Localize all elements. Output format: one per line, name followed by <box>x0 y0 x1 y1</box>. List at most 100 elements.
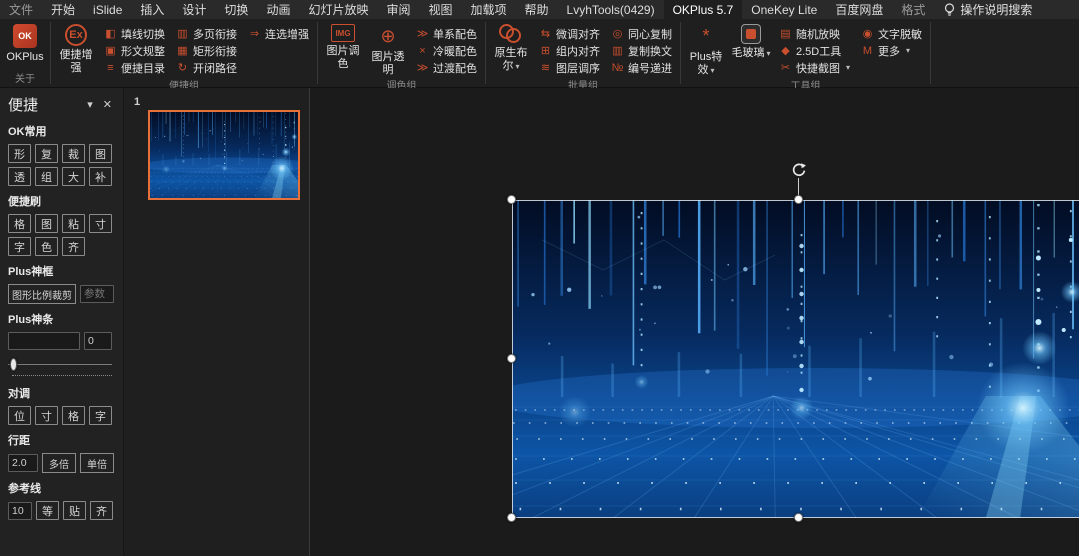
tab-islide[interactable]: iSlide <box>84 0 131 19</box>
numbering-icon: № <box>611 61 624 74</box>
ribbon-group-about: OK OKPlus 关于 <box>0 19 50 87</box>
ok-common-button[interactable]: 复 <box>35 144 58 163</box>
ok-common-button[interactable]: 补 <box>89 167 112 186</box>
group-separator <box>930 22 932 84</box>
resize-handle-bottom-left[interactable] <box>507 513 516 522</box>
tab-file[interactable]: 文件 <box>0 0 42 19</box>
pane-dropdown-icon[interactable]: ▾ <box>82 98 98 111</box>
swap-button[interactable]: 寸 <box>35 406 58 425</box>
tab-animations[interactable]: 动画 <box>257 0 299 19</box>
tab-insert[interactable]: 插入 <box>131 0 173 19</box>
copy-replace-text-button[interactable]: ▥ 复制换文 <box>607 42 676 59</box>
open-close-path-button[interactable]: ↻ 开闭路径 <box>172 59 241 76</box>
line-spacing-input[interactable] <box>8 454 38 472</box>
cube-icon: ◆ <box>781 45 790 57</box>
more-button[interactable]: M 更多 ▾ <box>857 42 926 59</box>
magic-bar-value-input[interactable] <box>84 332 112 350</box>
plus-effects-button[interactable]: * Plus特效 ▾ <box>685 21 727 76</box>
ok-common-button[interactable]: 大 <box>62 167 85 186</box>
tab-onekey-lite[interactable]: OneKey Lite <box>742 0 826 19</box>
multi-select-enhance-button[interactable]: ⇒ 连选增强 <box>244 25 313 42</box>
swap-button[interactable]: 位 <box>8 406 31 425</box>
gradient-color-button[interactable]: ≫ 过渡配色 <box>412 59 481 76</box>
ok-common-button[interactable]: 图 <box>89 144 112 163</box>
magic-bar-slider[interactable] <box>8 358 112 372</box>
brush-button[interactable]: 格 <box>8 214 31 233</box>
boolean-circles-icon <box>499 24 523 44</box>
image-transparent-button[interactable]: ⊕ 图片透明 <box>367 21 409 76</box>
tab-view[interactable]: 视图 <box>419 0 461 19</box>
rect-connect-button[interactable]: ▦ 矩形衔接 <box>172 42 241 59</box>
brush-button[interactable]: 色 <box>35 237 58 256</box>
shape-ratio-crop-button[interactable]: 图形比例裁剪 <box>8 284 76 304</box>
quick-catalog-button[interactable]: ≡ 便捷目录 <box>100 59 169 76</box>
guides-value-input[interactable] <box>8 501 32 520</box>
multiple-spacing-button[interactable]: 多倍 <box>42 453 76 473</box>
brush-button[interactable]: 齐 <box>62 237 85 256</box>
tab-help[interactable]: 帮助 <box>516 0 558 19</box>
crop-param-input[interactable] <box>80 285 114 303</box>
button-label: 更多 <box>878 45 901 58</box>
ok-common-button[interactable]: 形 <box>8 144 31 163</box>
tab-transitions[interactable]: 切换 <box>215 0 257 19</box>
tell-me-search[interactable]: 操作说明搜索 <box>934 0 1042 19</box>
tab-review[interactable]: 审阅 <box>377 0 419 19</box>
swap-button[interactable]: 格 <box>62 406 85 425</box>
ok-common-button[interactable]: 裁 <box>62 144 85 163</box>
tool-25d-button[interactable]: ◆ 2.5D工具 <box>775 42 854 59</box>
brush-button[interactable]: 字 <box>8 237 31 256</box>
shape-text-adjust-button[interactable]: ▣ 形文规整 <box>100 42 169 59</box>
resize-handle-middle-left[interactable] <box>507 354 516 363</box>
ok-common-button[interactable]: 透 <box>8 167 31 186</box>
random-slideshow-button[interactable]: ▤ 随机放映 <box>775 25 854 42</box>
button-label: 连选增强 <box>265 28 309 41</box>
single-series-color-button[interactable]: ≫ 单系配色 <box>412 25 481 42</box>
swap-button[interactable]: 字 <box>89 406 112 425</box>
multipage-connect-button[interactable]: ▥ 多页衔接 <box>172 25 241 42</box>
warm-cool-color-button[interactable]: × 冷暖配色 <box>412 42 481 59</box>
pane-close-icon[interactable]: ✕ <box>98 98 117 111</box>
resize-handle-top-center[interactable] <box>794 195 803 204</box>
slide-1-thumbnail[interactable] <box>148 110 300 200</box>
brush-button[interactable]: 寸 <box>89 214 112 233</box>
editing-canvas[interactable] <box>310 88 1079 556</box>
group-align-button[interactable]: ⊞ 组内对齐 <box>535 42 604 59</box>
tab-design[interactable]: 设计 <box>173 0 215 19</box>
brush-button[interactable]: 图 <box>35 214 58 233</box>
quick-screenshot-button[interactable]: ✂ 快捷截图 ▾ <box>775 59 854 76</box>
dropdown-caret-icon: ▾ <box>710 65 715 75</box>
magic-bar-input[interactable] <box>8 332 80 350</box>
guides-equal-button[interactable]: 等 <box>36 501 59 520</box>
guides-snap-button[interactable]: 贴 <box>63 501 86 520</box>
number-increment-button[interactable]: № 编号递进 <box>607 59 676 76</box>
native-boolean-button[interactable]: 原生布尔 ▾ <box>490 21 532 72</box>
convenient-enhance-button[interactable]: Ex 便捷增强 <box>55 21 97 74</box>
guides-align-button[interactable]: 齐 <box>90 501 113 520</box>
resize-handle-bottom-center[interactable] <box>794 513 803 522</box>
resize-handle-top-left[interactable] <box>507 195 516 204</box>
tab-okplus[interactable]: OKPlus 5.7 <box>663 0 743 19</box>
rect-connect-icon: ▦ <box>177 45 188 57</box>
layer-order-button[interactable]: ≋ 图层调序 <box>535 59 604 76</box>
slider-handle[interactable] <box>10 358 17 371</box>
tab-addins[interactable]: 加载项 <box>462 0 516 19</box>
brush-button[interactable]: 粘 <box>62 214 85 233</box>
concentric-copy-button[interactable]: ◎ 同心复制 <box>607 25 676 42</box>
tab-slideshow[interactable]: 幻灯片放映 <box>299 0 377 19</box>
selected-picture[interactable] <box>507 163 1079 522</box>
tab-lvyhtools[interactable]: LvyhTools(0429) <box>558 0 664 19</box>
tab-baidu-netdisk[interactable]: 百度网盘 <box>826 0 892 19</box>
fill-line-toggle-button[interactable]: ◧ 填线切换 <box>100 25 169 42</box>
single-spacing-button[interactable]: 单倍 <box>80 453 114 473</box>
tab-home[interactable]: 开始 <box>42 0 84 19</box>
tab-format[interactable]: 格式 <box>892 0 934 19</box>
frosted-glass-button[interactable]: 毛玻璃 ▾ <box>730 21 772 60</box>
okplus-about-button[interactable]: OK OKPlus <box>4 21 46 64</box>
rotation-handle-icon[interactable] <box>791 162 807 178</box>
fine-align-button[interactable]: ⇆ 微调对齐 <box>535 25 604 42</box>
ok-common-button[interactable]: 组 <box>35 167 58 186</box>
dropdown-caret-icon: ▾ <box>906 46 911 55</box>
text-desensitize-button[interactable]: ◉ 文字脱敏 <box>857 25 926 42</box>
image-color-adjust-button[interactable]: IMG 图片调色 <box>322 21 364 70</box>
slide-thumbnail-panel: 1 <box>124 88 310 556</box>
